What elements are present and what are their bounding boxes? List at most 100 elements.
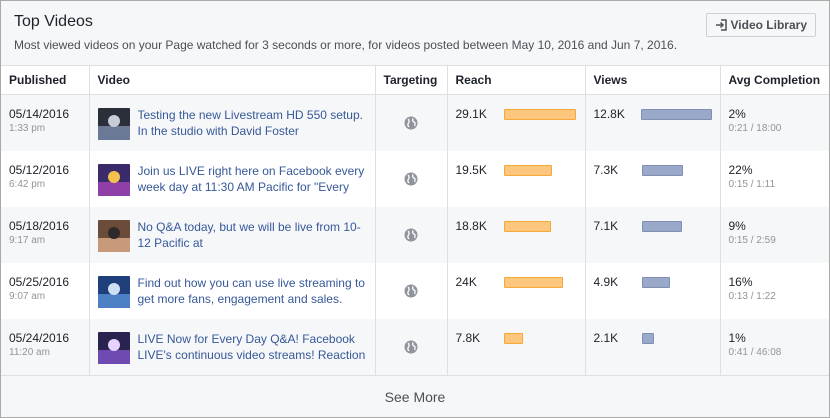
reach-cell: 24K xyxy=(446,262,585,319)
reach-cell: 29.1K xyxy=(446,94,585,151)
published-time: 6:42 pm xyxy=(9,178,46,190)
panel-title: Top Videos xyxy=(14,13,93,30)
published-date: 05/18/2016 xyxy=(9,218,70,233)
reach-value: 19.5K xyxy=(455,162,487,177)
reach-bar xyxy=(503,164,552,176)
enter-library-icon xyxy=(715,19,727,31)
views-value: 4.9K xyxy=(593,274,619,289)
reach-value: 7.8K xyxy=(455,330,481,345)
video-title-link[interactable]: Join us LIVE right here on Facebook ever… xyxy=(138,163,367,195)
video-library-label: Video Library xyxy=(730,18,807,32)
targeting-cell xyxy=(374,318,447,375)
published-date: 05/14/2016 xyxy=(9,107,70,121)
published-time: 11:20 am xyxy=(9,346,50,358)
video-library-button[interactable]: Video Library xyxy=(705,13,816,37)
targeting-cell xyxy=(374,150,447,207)
completion-cell: 22% 0:15 / 1:11 xyxy=(719,150,829,207)
video-cell: Join us LIVE right here on Facebook ever… xyxy=(88,150,375,207)
views-cell: 12.8K xyxy=(584,94,720,151)
reach-value: 18.8K xyxy=(455,218,487,233)
views-cell: 2.1K xyxy=(584,318,720,375)
globe-icon xyxy=(404,284,418,297)
completion-cell: 2% 0:21 / 18:00 xyxy=(719,94,829,151)
top-videos-table: Published Video Targeting Reach Views Av… xyxy=(1,65,829,375)
views-value: 7.1K xyxy=(593,218,619,233)
panel-subtitle: Most viewed videos on your Page watched … xyxy=(14,38,678,52)
avg-completion-percent: 16% xyxy=(728,274,753,289)
published-time: 9:17 am xyxy=(9,234,46,246)
video-cell: Testing the new Livestream HD 550 setup.… xyxy=(88,94,375,151)
see-more-button[interactable]: See More xyxy=(385,389,446,405)
targeting-cell xyxy=(374,262,447,319)
reach-bar xyxy=(503,109,576,120)
published-cell: 05/18/2016 9:17 am xyxy=(1,207,89,263)
column-header-published[interactable]: Published xyxy=(1,65,89,95)
reach-bar xyxy=(503,220,551,232)
video-title-link[interactable]: Find out how you can use live streaming … xyxy=(138,275,367,307)
avg-completion-percent: 1% xyxy=(728,330,746,345)
table-row: 05/18/2016 9:17 am No Q&A today, but we … xyxy=(1,206,829,263)
published-cell: 05/12/2016 6:42 pm xyxy=(1,151,89,207)
video-title-link[interactable]: Testing the new Livestream HD 550 setup.… xyxy=(138,107,367,139)
table-row: 05/12/2016 6:42 pm Join us LIVE right he… xyxy=(1,150,829,207)
globe-icon xyxy=(404,172,418,185)
video-thumbnail-icon[interactable] xyxy=(97,331,130,364)
panel-footer: See More xyxy=(1,375,829,417)
reach-cell: 18.8K xyxy=(446,206,585,263)
column-header-video: Video xyxy=(88,65,375,95)
avg-completion-percent: 22% xyxy=(728,162,753,177)
completion-cell: 9% 0:15 / 2:59 xyxy=(719,206,829,263)
published-time: 9:07 am xyxy=(9,290,46,302)
avg-watch-duration: 0:13 / 1:22 xyxy=(728,290,776,302)
views-bar xyxy=(641,220,682,232)
published-cell: 05/25/2016 9:07 am xyxy=(1,263,89,319)
views-value: 7.3K xyxy=(593,162,619,177)
published-date: 05/25/2016 xyxy=(9,274,70,289)
video-thumbnail-icon[interactable] xyxy=(97,163,130,196)
video-cell: No Q&A today, but we will be live from 1… xyxy=(88,206,375,263)
column-header-avg-completion[interactable]: Avg Completion xyxy=(719,65,829,95)
published-time: 1:33 pm xyxy=(9,123,46,134)
views-bar xyxy=(641,164,683,176)
avg-watch-duration: 0:15 / 1:11 xyxy=(728,178,776,190)
top-videos-panel: Top Videos Most viewed videos on your Pa… xyxy=(0,0,830,418)
published-date: 05/24/2016 xyxy=(9,330,70,345)
published-cell: 05/24/2016 11:20 am xyxy=(1,319,89,375)
completion-cell: 16% 0:13 / 1:22 xyxy=(719,262,829,319)
video-cell: LIVE Now for Every Day Q&A! Facebook LIV… xyxy=(88,318,375,375)
reach-value: 29.1K xyxy=(455,107,487,121)
published-date: 05/12/2016 xyxy=(9,162,70,177)
views-value: 12.8K xyxy=(593,107,625,121)
table-row: 05/24/2016 11:20 am LIVE Now for Every D… xyxy=(1,318,829,375)
views-cell: 7.3K xyxy=(584,150,720,207)
reach-bar xyxy=(503,276,563,288)
reach-cell: 7.8K xyxy=(446,318,585,375)
video-thumbnail-icon[interactable] xyxy=(97,275,130,308)
video-cell: Find out how you can use live streaming … xyxy=(88,262,375,319)
column-header-views[interactable]: Views xyxy=(584,65,720,95)
avg-completion-percent: 2% xyxy=(728,107,746,121)
panel-header: Top Videos Most viewed videos on your Pa… xyxy=(1,1,829,65)
table-header-row: Published Video Targeting Reach Views Av… xyxy=(1,65,829,95)
views-cell: 7.1K xyxy=(584,206,720,263)
video-thumbnail-icon[interactable] xyxy=(97,108,130,140)
globe-icon xyxy=(404,340,418,353)
globe-icon xyxy=(404,228,418,241)
avg-watch-duration: 0:15 / 2:59 xyxy=(728,234,776,246)
published-cell: 05/14/2016 1:33 pm xyxy=(1,95,89,151)
table-row: 05/14/2016 1:33 pm Testing the new Lives… xyxy=(1,94,829,151)
column-header-reach[interactable]: Reach xyxy=(446,65,585,95)
completion-cell: 1% 0:41 / 46:08 xyxy=(719,318,829,375)
video-thumbnail-icon[interactable] xyxy=(97,219,130,252)
views-bar xyxy=(641,276,670,288)
column-header-targeting: Targeting xyxy=(374,65,447,95)
targeting-cell xyxy=(374,94,447,151)
reach-cell: 19.5K xyxy=(446,150,585,207)
views-bar xyxy=(641,332,654,344)
avg-watch-duration: 0:41 / 46:08 xyxy=(728,346,782,358)
avg-watch-duration: 0:21 / 18:00 xyxy=(728,123,782,134)
reach-value: 24K xyxy=(455,274,477,289)
video-title-link[interactable]: No Q&A today, but we will be live from 1… xyxy=(138,219,367,251)
video-title-link[interactable]: LIVE Now for Every Day Q&A! Facebook LIV… xyxy=(138,331,367,363)
views-value: 2.1K xyxy=(593,330,619,345)
